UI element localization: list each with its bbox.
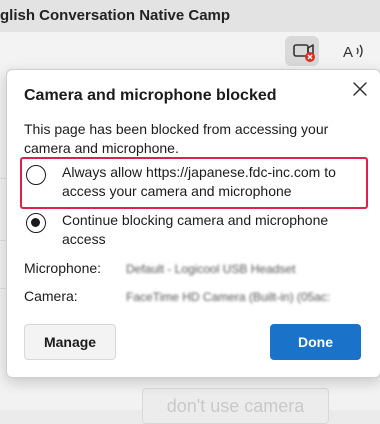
read-aloud-icon: A — [343, 44, 363, 61]
camera-blocked-button[interactable] — [285, 36, 319, 66]
camera-label: Camera: — [24, 288, 78, 304]
close-icon — [353, 82, 367, 96]
popup-title: Camera and microphone blocked — [24, 87, 277, 104]
popup-description: This page has been blocked from accessin… — [24, 121, 329, 156]
dont-use-camera-button[interactable]: don't use camera — [142, 388, 329, 424]
always-allow-label[interactable]: Always allow https://japanese.fdc-inc.co… — [62, 163, 362, 201]
tab-title[interactable]: glish Conversation Native Camp — [0, 7, 230, 24]
camera-value: FaceTime HD Camera (Built-in) (05ac: — [126, 290, 331, 304]
continue-blocking-radio[interactable] — [26, 213, 46, 233]
address-bar-area — [0, 32, 380, 71]
always-allow-radio[interactable] — [26, 165, 46, 185]
browser-tab-strip: glish Conversation Native Camp — [0, 0, 380, 32]
permission-popup: Camera and microphone blocked This page … — [6, 69, 380, 378]
continue-blocking-label[interactable]: Continue blocking camera and microphone … — [62, 211, 362, 249]
microphone-label: Microphone: — [24, 260, 102, 276]
close-button[interactable] — [347, 76, 373, 102]
svg-text:A: A — [343, 44, 353, 61]
manage-button[interactable]: Manage — [24, 324, 116, 360]
microphone-value: Default - Logicool USB Headset — [126, 262, 296, 276]
read-aloud-button[interactable]: A — [342, 41, 366, 61]
camera-blocked-icon — [293, 44, 315, 62]
done-button[interactable]: Done — [270, 324, 361, 360]
